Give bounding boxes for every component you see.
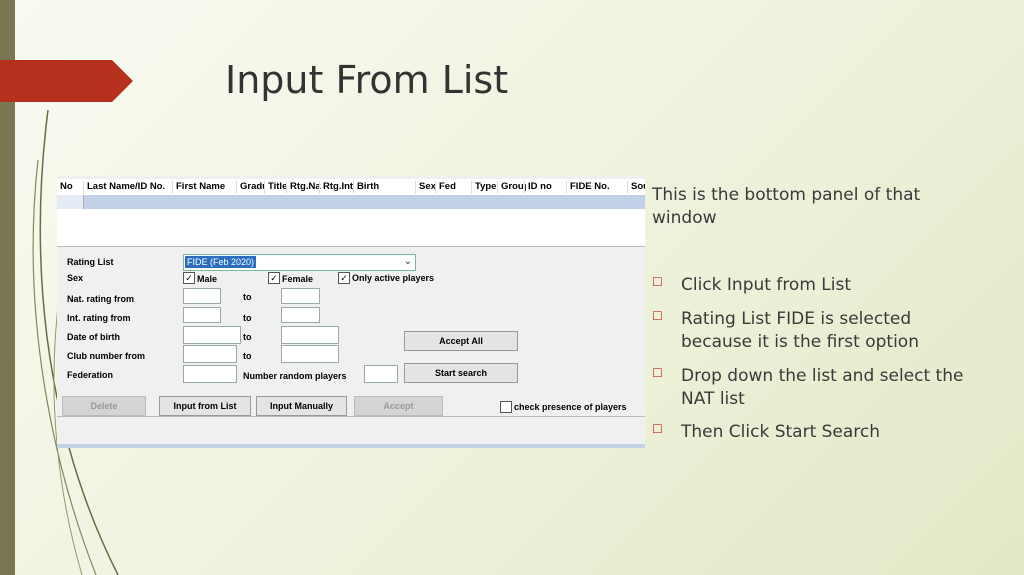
chevron-down-icon[interactable]: ⌄ <box>404 256 412 267</box>
sex-label: Sex <box>67 273 84 283</box>
accept-all-button[interactable]: Accept All <box>404 331 518 351</box>
col-header[interactable]: Birth <box>353 181 415 194</box>
dob-label: Date of birth <box>67 332 120 342</box>
int-rating-label: Int. rating from <box>67 313 131 323</box>
rating-list-label: Rating List <box>67 257 114 267</box>
col-header[interactable]: Group <box>497 181 526 194</box>
only-active-checkbox[interactable]: ✓ <box>338 272 350 284</box>
col-header[interactable]: FIDE No. <box>566 181 628 194</box>
col-header[interactable]: ID no <box>524 181 566 194</box>
int-rating-from-input[interactable] <box>183 307 221 323</box>
to-label: to <box>243 332 252 342</box>
int-rating-to-input[interactable] <box>281 307 320 323</box>
window-bottom-edge <box>57 444 645 448</box>
start-search-button[interactable]: Start search <box>404 363 518 383</box>
federation-input[interactable] <box>183 365 237 383</box>
row-selector[interactable] <box>57 195 84 209</box>
player-grid-body[interactable] <box>57 209 645 247</box>
only-active-label: Only active players <box>352 273 435 283</box>
col-header[interactable]: Type <box>471 181 498 194</box>
accept-button[interactable]: Accept <box>354 396 443 416</box>
player-grid-header: No Last Name/ID No. First Name Gradu Tit… <box>57 179 645 196</box>
col-header[interactable]: Rtg.Nat <box>286 181 321 194</box>
random-players-label: Number random players <box>243 371 347 381</box>
col-header[interactable]: Fed <box>435 181 473 194</box>
slide-title: Input From List <box>225 58 509 102</box>
delete-button[interactable]: Delete <box>62 396 146 416</box>
col-header[interactable]: No <box>57 181 84 194</box>
intro-text: This is the bottom panel of that window <box>652 185 921 228</box>
male-label: Male <box>197 274 218 284</box>
bullet-marker-icon: ☐ <box>652 275 663 289</box>
bullet-text: Rating List FIDE is selected because it … <box>681 309 919 352</box>
male-checkbox[interactable]: ✓ <box>183 272 195 284</box>
bullet-marker-icon: ☐ <box>652 422 663 436</box>
col-header[interactable]: Sex <box>415 181 435 194</box>
dob-from-input[interactable] <box>183 326 241 344</box>
to-label: to <box>243 313 252 323</box>
col-header[interactable]: First Name <box>172 181 236 194</box>
club-from-input[interactable] <box>183 345 237 363</box>
title-accent-arrow <box>0 60 133 102</box>
bullet-text: Click Input from List <box>681 275 852 295</box>
rating-list-value: FIDE (Feb 2020) <box>185 256 257 268</box>
federation-label: Federation <box>67 370 114 380</box>
nat-rating-from-input[interactable] <box>183 288 221 304</box>
check-presence-checkbox[interactable] <box>500 401 512 413</box>
club-label: Club number from <box>67 351 145 361</box>
selected-row[interactable] <box>57 195 645 209</box>
dob-to-input[interactable] <box>281 326 339 344</box>
bullet-marker-icon: ☐ <box>652 366 663 380</box>
col-header[interactable]: Last Name/ID No. <box>83 181 172 194</box>
col-header[interactable]: Gradu <box>236 181 264 194</box>
nat-rating-label: Nat. rating from <box>67 294 135 304</box>
bullet-text: Then Click Start Search <box>681 422 881 442</box>
rating-list-dropdown[interactable]: FIDE (Feb 2020) ⌄ <box>183 254 416 271</box>
female-label: Female <box>282 274 314 284</box>
club-to-input[interactable] <box>281 345 339 363</box>
bottom-panel-screenshot: No Last Name/ID No. First Name Gradu Tit… <box>57 176 645 448</box>
check-presence-label: check presence of players <box>514 402 627 412</box>
col-header[interactable]: Sou <box>627 181 645 194</box>
nat-rating-to-input[interactable] <box>281 288 320 304</box>
input-manually-button[interactable]: Input Manually <box>256 396 347 416</box>
bullet-marker-icon: ☐ <box>652 309 663 323</box>
to-label: to <box>243 292 252 302</box>
col-header[interactable]: Rtg.Int <box>319 181 355 194</box>
female-checkbox[interactable]: ✓ <box>268 272 280 284</box>
random-players-input[interactable] <box>364 365 398 383</box>
input-from-list-button[interactable]: Input from List <box>159 396 251 416</box>
divider <box>57 416 645 417</box>
to-label: to <box>243 351 252 361</box>
bullet-text: Drop down the list and select the NAT li… <box>681 366 964 409</box>
